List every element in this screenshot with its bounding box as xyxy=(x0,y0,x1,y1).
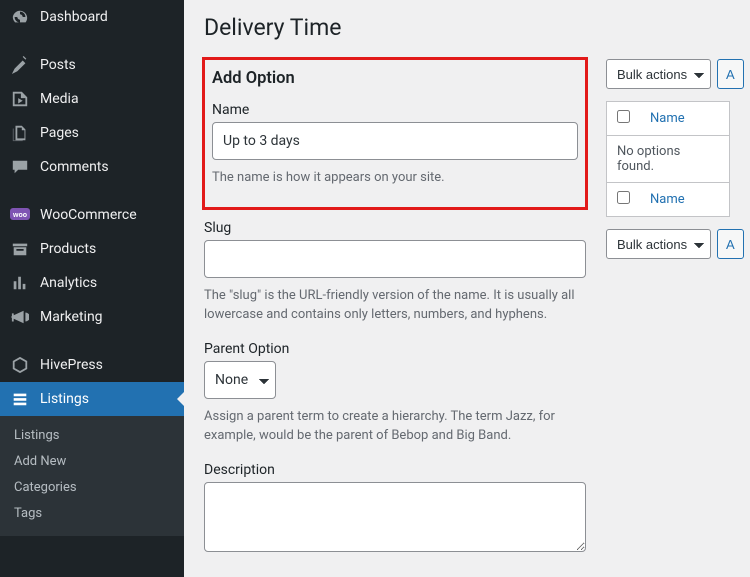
sidebar-item-dashboard[interactable]: Dashboard xyxy=(0,0,184,34)
listings-icon xyxy=(10,389,30,409)
sidebar-item-comments[interactable]: Comments xyxy=(0,150,184,184)
table-header-name[interactable]: Name xyxy=(640,102,730,136)
submenu-item-categories[interactable]: Categories xyxy=(0,474,184,500)
sidebar-item-label: Dashboard xyxy=(40,9,108,26)
bulk-actions-top: Bulk actions A xyxy=(606,59,730,89)
table-header-checkbox xyxy=(607,102,641,136)
svg-text:woo: woo xyxy=(12,212,27,219)
field-name: Name The name is how it appears on your … xyxy=(212,98,578,192)
submenu-item-label: Listings xyxy=(14,428,59,443)
sidebar-item-label: Analytics xyxy=(40,275,97,292)
select-all-checkbox-bottom[interactable] xyxy=(617,191,630,204)
description-textarea[interactable] xyxy=(204,482,586,552)
name-help-text: The name is how it appears on your site. xyxy=(212,160,578,192)
bulk-actions-bottom: Bulk actions A xyxy=(606,229,730,259)
menu-separator xyxy=(0,34,184,48)
menu-separator xyxy=(0,334,184,348)
analytics-icon xyxy=(10,273,30,293)
hivepress-icon xyxy=(10,355,30,375)
bulk-apply-button-bottom[interactable]: A xyxy=(717,229,744,259)
form-heading: Add Option xyxy=(212,59,578,98)
description-label: Description xyxy=(204,458,586,482)
options-table: Name No options found. xyxy=(606,101,730,217)
table-footer-name-link[interactable]: Name xyxy=(650,192,685,207)
table-header-name-link[interactable]: Name xyxy=(650,111,685,126)
field-slug: Slug The "slug" is the URL-friendly vers… xyxy=(204,216,586,329)
parent-help-text: Assign a parent term to create a hierarc… xyxy=(204,399,586,450)
name-label: Name xyxy=(212,98,578,122)
bulk-actions-select-bottom[interactable]: Bulk actions xyxy=(606,229,711,259)
submenu-item-add-new[interactable]: Add New xyxy=(0,448,184,474)
table-footer-checkbox xyxy=(607,183,641,217)
slug-label: Slug xyxy=(204,216,586,240)
menu-separator xyxy=(0,184,184,198)
comments-icon xyxy=(10,157,30,177)
table-row-empty: No options found. xyxy=(607,136,730,183)
marketing-icon xyxy=(10,307,30,327)
pages-icon xyxy=(10,123,30,143)
sidebar-item-analytics[interactable]: Analytics xyxy=(0,266,184,300)
sidebar-item-listings[interactable]: Listings xyxy=(0,382,184,416)
sidebar-item-label: Products xyxy=(40,241,96,258)
sidebar-item-hivepress[interactable]: HivePress xyxy=(0,348,184,382)
media-icon xyxy=(10,89,30,109)
submenu-item-label: Tags xyxy=(14,506,42,521)
sidebar-item-label: Pages xyxy=(40,125,79,142)
products-icon xyxy=(10,239,30,259)
sidebar-item-label: Marketing xyxy=(40,309,103,326)
sidebar-item-marketing[interactable]: Marketing xyxy=(0,300,184,334)
slug-help-text: The "slug" is the URL-friendly version o… xyxy=(204,278,586,329)
sidebar-item-label: Posts xyxy=(40,57,76,74)
sidebar-item-pages[interactable]: Pages xyxy=(0,116,184,150)
sidebar-item-label: Comments xyxy=(40,159,109,176)
field-description: Description xyxy=(204,458,586,556)
table-footer-name[interactable]: Name xyxy=(640,183,730,217)
sidebar-item-label: WooCommerce xyxy=(40,207,137,224)
empty-message: No options found. xyxy=(607,136,730,183)
parent-select[interactable]: None xyxy=(204,361,276,399)
select-all-checkbox-top[interactable] xyxy=(617,110,630,123)
sidebar-item-posts[interactable]: Posts xyxy=(0,48,184,82)
bulk-apply-button-top[interactable]: A xyxy=(717,59,744,89)
add-option-form: Add Option Name The name is how it appea… xyxy=(204,59,586,564)
pin-icon xyxy=(10,55,30,75)
sidebar-item-label: Media xyxy=(40,91,79,108)
field-parent-option: Parent Option None Assign a parent term … xyxy=(204,337,586,450)
submenu-item-listings[interactable]: Listings xyxy=(0,422,184,448)
options-list-panel: Bulk actions A Name xyxy=(606,59,730,265)
name-input[interactable] xyxy=(212,122,578,160)
sidebar-item-media[interactable]: Media xyxy=(0,82,184,116)
page-title: Delivery Time xyxy=(204,0,730,59)
submenu-item-tags[interactable]: Tags xyxy=(0,500,184,526)
submenu-item-label: Add New xyxy=(14,454,66,469)
highlight-box: Add Option Name The name is how it appea… xyxy=(204,59,586,208)
sidebar-item-label: Listings xyxy=(40,391,89,408)
main-content: Delivery Time Add Option Name The name i… xyxy=(184,0,750,577)
parent-label: Parent Option xyxy=(204,337,586,361)
table-footer-row: Name xyxy=(607,183,730,217)
table-header-row: Name xyxy=(607,102,730,136)
dashboard-icon xyxy=(10,7,30,27)
sidebar-item-label: HivePress xyxy=(40,357,103,374)
slug-input[interactable] xyxy=(204,240,586,278)
app-root: Dashboard Posts Media Pages Commen xyxy=(0,0,750,577)
woocommerce-icon: woo xyxy=(10,205,30,225)
sidebar-item-woocommerce[interactable]: woo WooCommerce xyxy=(0,198,184,232)
sidebar-item-products[interactable]: Products xyxy=(0,232,184,266)
bulk-actions-select-top[interactable]: Bulk actions xyxy=(606,59,711,89)
admin-sidebar: Dashboard Posts Media Pages Commen xyxy=(0,0,184,577)
submenu-item-label: Categories xyxy=(14,480,77,495)
two-column-layout: Add Option Name The name is how it appea… xyxy=(204,59,730,564)
sidebar-submenu-listings: Listings Add New Categories Tags xyxy=(0,416,184,536)
